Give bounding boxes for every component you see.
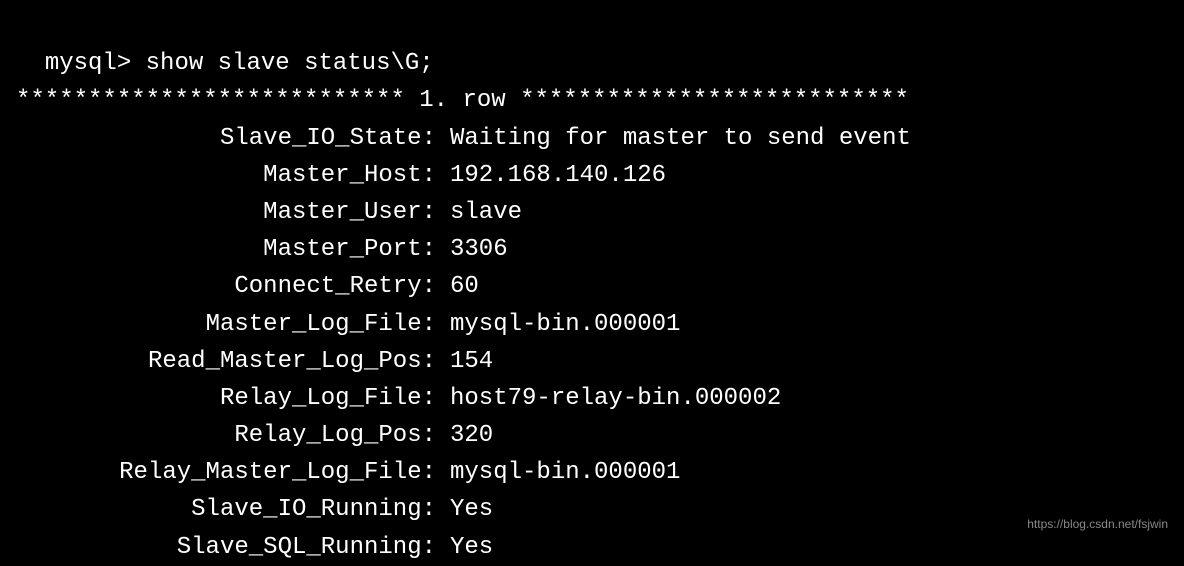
field-value-slave-io-state: Waiting for master to send event <box>436 120 911 157</box>
status-row: Relay_Log_Pos: 320 <box>16 417 1168 454</box>
field-value-master-host: 192.168.140.126 <box>436 157 666 194</box>
field-value-slave-sql-running: Yes <box>436 529 493 566</box>
status-row: Slave_IO_State: Waiting for master to se… <box>16 120 1168 157</box>
field-value-master-port: 3306 <box>436 231 508 268</box>
field-value-relay-master-log-file: mysql-bin.000001 <box>436 454 680 491</box>
field-label-connect-retry: Connect_Retry: <box>16 268 436 305</box>
sql-command: show slave status\G; <box>146 50 434 77</box>
status-row: Slave_SQL_Running: Yes <box>16 529 1168 566</box>
field-label-relay-master-log-file: Relay_Master_Log_File: <box>16 454 436 491</box>
status-row: Master_Log_File: mysql-bin.000001 <box>16 306 1168 343</box>
field-label-slave-io-state: Slave_IO_State: <box>16 120 436 157</box>
field-value-connect-retry: 60 <box>436 268 479 305</box>
field-label-slave-io-running: Slave_IO_Running: <box>16 491 436 528</box>
watermark-text: https://blog.csdn.net/fsjwin <box>1027 515 1168 534</box>
field-label-read-master-log-pos: Read_Master_Log_Pos: <box>16 343 436 380</box>
mysql-prompt: mysql> <box>45 50 146 77</box>
status-row: Master_User: slave <box>16 194 1168 231</box>
field-label-master-port: Master_Port: <box>16 231 436 268</box>
field-label-relay-log-file: Relay_Log_File: <box>16 380 436 417</box>
status-row: Relay_Log_File: host79-relay-bin.000002 <box>16 380 1168 417</box>
status-row: Connect_Retry: 60 <box>16 268 1168 305</box>
command-line: mysql> show slave status\G; <box>16 8 1168 82</box>
status-row: Slave_IO_Running: Yes <box>16 491 1168 528</box>
field-label-master-log-file: Master_Log_File: <box>16 306 436 343</box>
field-value-slave-io-running: Yes <box>436 491 493 528</box>
status-row: Relay_Master_Log_File: mysql-bin.000001 <box>16 454 1168 491</box>
field-label-master-host: Master_Host: <box>16 157 436 194</box>
status-row: Read_Master_Log_Pos: 154 <box>16 343 1168 380</box>
field-value-relay-log-file: host79-relay-bin.000002 <box>436 380 781 417</box>
status-row: Master_Host: 192.168.140.126 <box>16 157 1168 194</box>
field-label-relay-log-pos: Relay_Log_Pos: <box>16 417 436 454</box>
status-row: Master_Port: 3306 <box>16 231 1168 268</box>
field-value-master-log-file: mysql-bin.000001 <box>436 306 680 343</box>
field-value-relay-log-pos: 320 <box>436 417 493 454</box>
field-label-master-user: Master_User: <box>16 194 436 231</box>
field-value-master-user: slave <box>436 194 522 231</box>
row-separator: *************************** 1. row *****… <box>16 82 1168 119</box>
field-value-read-master-log-pos: 154 <box>436 343 493 380</box>
field-label-slave-sql-running: Slave_SQL_Running: <box>16 529 436 566</box>
